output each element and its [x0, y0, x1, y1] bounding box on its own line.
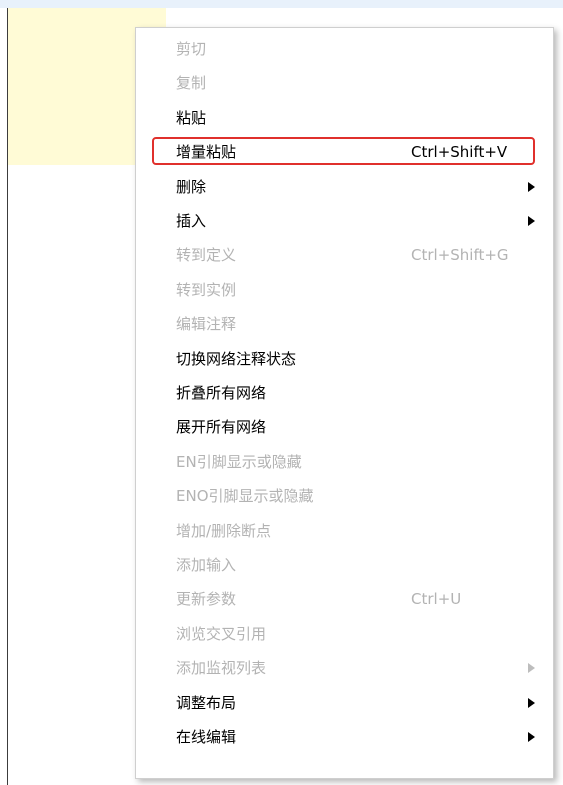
- menu-item-label: 展开所有网络: [176, 418, 267, 437]
- submenu-arrow-icon: [528, 216, 535, 226]
- menu-item-label: 剪切: [176, 40, 207, 58]
- menu-item-adjust-layout[interactable]: 调整布局: [136, 686, 553, 720]
- menu-item-edit-comment[interactable]: 编辑注释: [136, 307, 553, 341]
- menu-item-delete[interactable]: 删除: [136, 170, 553, 204]
- menu-item-label: 添加监视列表: [176, 659, 267, 678]
- menu-item-en-pin-toggle[interactable]: EN引脚显示或隐藏: [136, 445, 553, 479]
- menu-item-incremental-paste[interactable]: 增量粘贴 Ctrl+Shift+V: [136, 135, 553, 169]
- menu-item-online-edit[interactable]: 在线编辑: [136, 720, 553, 754]
- editor-canvas: 剪切复制粘贴增量粘贴 Ctrl+Shift+V 删除插入转到定义 Ctrl+Shift…: [0, 0, 563, 785]
- menu-item-label: 折叠所有网络: [176, 384, 267, 402]
- menu-item-collapse-all-networks[interactable]: 折叠所有网络: [136, 376, 553, 410]
- menu-item-cut[interactable]: 剪切: [136, 32, 553, 66]
- menu-item-insert[interactable]: 插入: [136, 204, 553, 238]
- menu-item-add-watch-list[interactable]: 添加监视列表: [136, 651, 553, 685]
- menu-item-add-remove-breakpoint[interactable]: 增加/删除断点: [136, 514, 553, 548]
- menu-item-shortcut: Ctrl+Shift+G: [411, 246, 509, 265]
- menu-item-label: EN引脚显示或隐藏: [176, 452, 302, 471]
- menu-item-paste[interactable]: 粘贴: [136, 101, 553, 135]
- menu-item-label: 插入: [176, 212, 207, 230]
- menu-item-label: 复制: [176, 74, 207, 93]
- menu-item-toggle-network-comment[interactable]: 切换网络注释状态: [136, 342, 553, 376]
- menu-item-label: ENO引脚显示或隐藏: [176, 487, 314, 506]
- menu-item-label: 调整布局: [176, 693, 237, 712]
- menu-item-label: 粘贴: [176, 108, 207, 127]
- menu-item-label: 更新参数: [176, 590, 237, 609]
- menu-item-update-parameters[interactable]: 更新参数 Ctrl+U: [136, 582, 553, 616]
- submenu-arrow-icon: [528, 732, 535, 742]
- menu-item-label: 编辑注释: [176, 315, 237, 334]
- menu-item-label: 浏览交叉引用: [176, 624, 267, 643]
- submenu-arrow-icon: [528, 697, 535, 708]
- submenu-arrow-icon: [528, 663, 535, 674]
- menu-item-browse-cross-reference[interactable]: 浏览交叉引用: [136, 617, 553, 651]
- context-menu: 剪切复制粘贴增量粘贴 Ctrl+Shift+V 删除插入转到定义 Ctrl+Shift…: [135, 27, 554, 779]
- menu-item-add-input[interactable]: 添加输入: [136, 548, 553, 582]
- menu-item-expand-all-networks[interactable]: 展开所有网络: [136, 410, 553, 444]
- menu-item-copy[interactable]: 复制: [136, 66, 553, 100]
- menu-item-eno-pin-toggle[interactable]: ENO引脚显示或隐藏: [136, 479, 553, 513]
- menu-item-label: 转到实例: [176, 280, 237, 299]
- menu-item-go-to-definition[interactable]: 转到定义 Ctrl+Shift+G: [136, 238, 553, 272]
- menu-item-label: 增量粘贴: [176, 143, 237, 162]
- menu-item-go-to-instance[interactable]: 转到实例: [136, 273, 553, 307]
- menu-item-label: 增加/删除断点: [176, 521, 272, 540]
- menu-item-label: 切换网络注释状态: [176, 349, 297, 368]
- menu-item-label: 删除: [176, 177, 207, 196]
- top-strip: [0, 0, 563, 8]
- menu-item-shortcut: Ctrl+Shift+V: [411, 143, 508, 162]
- menu-item-label: 添加输入: [176, 556, 237, 574]
- menu-item-label: 在线编辑: [176, 728, 237, 746]
- submenu-arrow-icon: [528, 181, 535, 192]
- menu-item-label: 转到定义: [176, 246, 237, 265]
- menu-item-shortcut: Ctrl+U: [411, 590, 462, 609]
